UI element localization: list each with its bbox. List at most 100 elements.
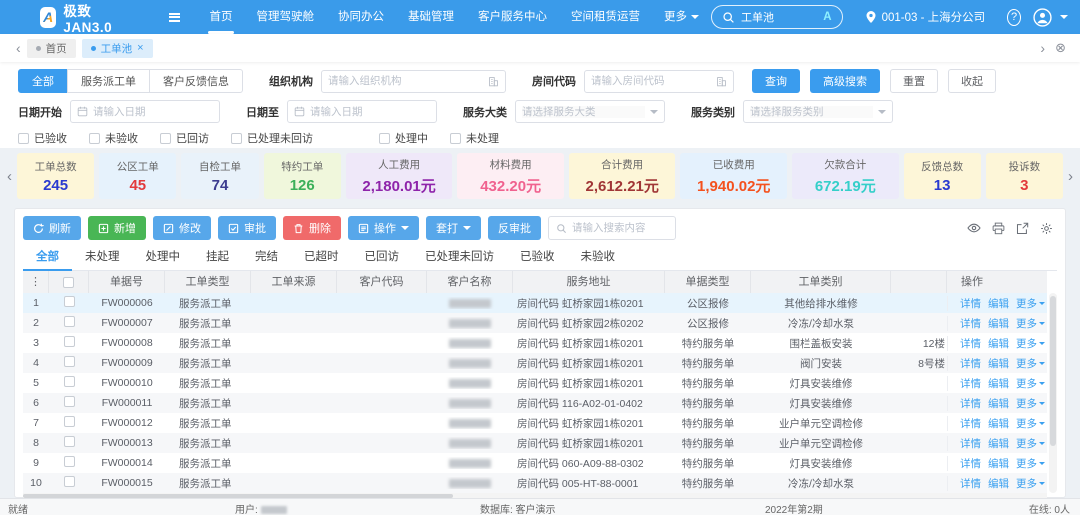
avatar[interactable] xyxy=(1033,8,1052,27)
edit-link[interactable]: 编辑 xyxy=(988,316,1009,331)
status-checkbox[interactable]: 已验收 xyxy=(18,130,67,146)
page-tab[interactable]: 工单池 × xyxy=(82,39,153,58)
table-row[interactable]: 8 FW000013 服务派工单 房间代码 虹桥家园1栋0201 特约服务单 业… xyxy=(23,433,1047,453)
more-link[interactable]: 更多 xyxy=(1016,336,1045,351)
detail-link[interactable]: 详情 xyxy=(960,476,981,491)
more-link[interactable]: 更多 xyxy=(1016,476,1045,491)
edit-link[interactable]: 编辑 xyxy=(988,396,1009,411)
date-start-input[interactable] xyxy=(70,100,220,123)
edit-link[interactable]: 编辑 xyxy=(988,436,1009,451)
table-row[interactable]: 10 FW000015 服务派工单 房间代码 005-HT-88-0001 特约… xyxy=(23,473,1047,493)
detail-link[interactable]: 详情 xyxy=(960,356,981,371)
chevron-right-icon[interactable]: › xyxy=(1063,168,1078,185)
help-icon[interactable]: ? xyxy=(1007,9,1021,26)
eye-icon[interactable] xyxy=(967,221,981,235)
edit-link[interactable]: 编辑 xyxy=(988,356,1009,371)
edit-link[interactable]: 编辑 xyxy=(988,376,1009,391)
scrollbar-thumb[interactable] xyxy=(1050,296,1056,446)
filter-type-tab[interactable]: 服务派工单 xyxy=(67,69,150,93)
status-tab[interactable]: 已处理未回访 xyxy=(412,245,507,271)
toolbar-search[interactable] xyxy=(548,216,676,240)
row-checkbox[interactable] xyxy=(64,476,75,487)
status-checkbox[interactable]: 已处理未回访 xyxy=(231,130,313,146)
detail-link[interactable]: 详情 xyxy=(960,456,981,471)
nav-item[interactable]: 空间租赁运营 xyxy=(559,0,652,34)
status-checkbox[interactable]: 处理中 xyxy=(379,130,428,146)
status-checkbox[interactable]: 未处理 xyxy=(450,130,499,146)
detail-link[interactable]: 详情 xyxy=(960,416,981,431)
table-row[interactable]: 1 FW000006 服务派工单 房间代码 虹桥家园1栋0201 公区报修 其他… xyxy=(23,293,1047,313)
more-link[interactable]: 更多 xyxy=(1016,436,1045,451)
edit-link[interactable]: 编辑 xyxy=(988,456,1009,471)
status-tab[interactable]: 挂起 xyxy=(193,245,242,271)
printer-icon[interactable] xyxy=(992,222,1005,235)
table-row[interactable]: 9 FW000014 服务派工单 房间代码 060-A09-88-0302 特约… xyxy=(23,453,1047,473)
status-checkbox[interactable]: 已回访 xyxy=(160,130,209,146)
edit-link[interactable]: 编辑 xyxy=(988,416,1009,431)
operate-button[interactable]: 操作 xyxy=(348,216,419,240)
more-link[interactable]: 更多 xyxy=(1016,376,1045,391)
status-tab[interactable]: 处理中 xyxy=(133,245,194,271)
chevron-left-icon[interactable]: ‹ xyxy=(2,168,17,185)
row-checkbox[interactable] xyxy=(64,376,75,387)
page-tab[interactable]: 首页 xyxy=(27,39,76,58)
delete-button[interactable]: 删除 xyxy=(283,216,341,240)
anti-approve-button[interactable]: 反审批 xyxy=(488,216,541,240)
nav-item[interactable]: 协同办公 xyxy=(326,0,396,34)
edit-link[interactable]: 编辑 xyxy=(988,336,1009,351)
detail-link[interactable]: 详情 xyxy=(960,436,981,451)
more-link[interactable]: 更多 xyxy=(1016,396,1045,411)
approve-button[interactable]: 审批 xyxy=(218,216,276,240)
room-input[interactable] xyxy=(584,70,734,93)
query-button[interactable]: 查询 xyxy=(752,69,800,93)
menu-icon[interactable] xyxy=(169,13,179,22)
more-link[interactable]: 更多 xyxy=(1016,456,1045,471)
date-start-field[interactable] xyxy=(93,106,213,118)
reset-button[interactable]: 重置 xyxy=(890,69,938,93)
nav-item[interactable]: 基础管理 xyxy=(396,0,466,34)
org-input[interactable] xyxy=(321,70,506,93)
chevron-right-icon[interactable]: › xyxy=(1034,40,1051,56)
table-row[interactable]: 4 FW000009 服务派工单 房间代码 虹桥家园1栋0201 特约服务单 阀… xyxy=(23,353,1047,373)
global-search[interactable]: 工单池 A xyxy=(711,5,843,29)
row-checkbox[interactable] xyxy=(64,356,75,367)
table-row[interactable]: 5 FW000010 服务派工单 房间代码 虹桥家园1栋0201 特约服务单 灯… xyxy=(23,373,1047,393)
refresh-button[interactable]: 刷新 xyxy=(23,216,81,240)
row-checkbox[interactable] xyxy=(64,416,75,427)
row-checkbox[interactable] xyxy=(64,436,75,447)
add-button[interactable]: 新增 xyxy=(88,216,146,240)
row-checkbox[interactable] xyxy=(64,316,75,327)
select-all-checkbox[interactable] xyxy=(63,277,74,288)
row-checkbox[interactable] xyxy=(64,456,75,467)
row-checkbox[interactable] xyxy=(64,396,75,407)
service-type-select[interactable] xyxy=(743,100,893,123)
date-end-field[interactable] xyxy=(310,106,430,118)
collapse-button[interactable]: 收起 xyxy=(948,69,996,93)
room-input-field[interactable] xyxy=(591,75,711,87)
table-row[interactable]: 7 FW000012 服务派工单 房间代码 虹桥家园1栋0201 特约服务单 业… xyxy=(23,413,1047,433)
nav-item[interactable]: 客户服务中心 xyxy=(466,0,559,34)
nav-item[interactable]: 管理驾驶舱 xyxy=(245,0,327,34)
org-input-field[interactable] xyxy=(328,75,483,87)
status-tab[interactable]: 完结 xyxy=(242,245,291,271)
status-checkbox[interactable]: 未验收 xyxy=(89,130,138,146)
more-link[interactable]: 更多 xyxy=(1016,416,1045,431)
nav-item[interactable]: 更多 xyxy=(652,0,711,34)
detail-link[interactable]: 详情 xyxy=(960,296,981,311)
detail-link[interactable]: 详情 xyxy=(960,336,981,351)
vertical-scrollbar[interactable] xyxy=(1049,293,1057,493)
table-row[interactable]: 6 FW000011 服务派工单 房间代码 116-A02-01-0402 特约… xyxy=(23,393,1047,413)
status-tab[interactable]: 已回访 xyxy=(352,245,413,271)
detail-link[interactable]: 详情 xyxy=(960,396,981,411)
edit-link[interactable]: 编辑 xyxy=(988,296,1009,311)
more-link[interactable]: 更多 xyxy=(1016,296,1045,311)
status-tab[interactable]: 全部 xyxy=(23,245,72,271)
toolbar-search-input[interactable] xyxy=(572,222,668,234)
filter-type-tab[interactable]: 全部 xyxy=(18,69,68,93)
gear-icon[interactable] xyxy=(1040,222,1053,235)
status-tab[interactable]: 未验收 xyxy=(568,245,629,271)
edit-link[interactable]: 编辑 xyxy=(988,476,1009,491)
chevron-down-icon[interactable] xyxy=(1060,15,1068,23)
print-template-button[interactable]: 套打 xyxy=(426,216,481,240)
chevron-left-icon[interactable]: ‹ xyxy=(10,40,27,56)
